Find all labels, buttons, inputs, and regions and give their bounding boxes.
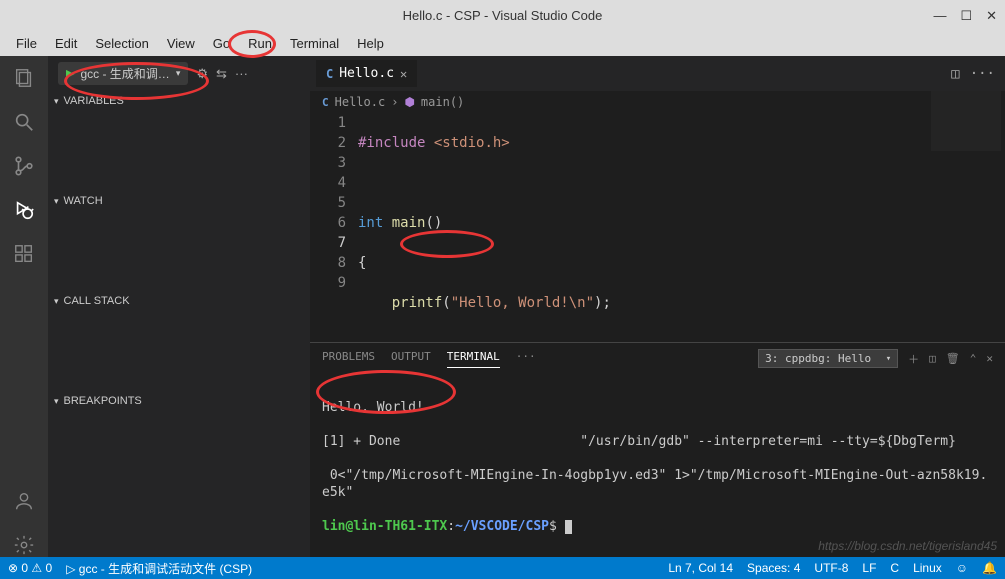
line-gutter: 123456789	[310, 113, 358, 342]
explorer-icon[interactable]	[12, 66, 36, 90]
split-terminal-icon[interactable]: ◫	[929, 352, 936, 365]
new-terminal-icon[interactable]: ＋	[908, 351, 919, 367]
close-panel-icon[interactable]: ✕	[986, 352, 993, 365]
menu-view[interactable]: View	[159, 34, 203, 53]
debug-toolbar: ▶ gcc - 生成和调… ▾ ⚙ ⇆ ···	[48, 56, 310, 91]
minimap[interactable]	[931, 91, 1001, 151]
terminal-output-line: [1] + Done "/usr/bin/gdb" --interpreter=…	[322, 433, 993, 450]
menu-terminal[interactable]: Terminal	[282, 34, 347, 53]
panel-tabs: PROBLEMS OUTPUT TERMINAL ··· 3: cppdbg: …	[310, 343, 1005, 374]
split-editor-icon[interactable]: ◫	[951, 66, 959, 82]
title-bar: Hello.c - CSP - Visual Studio Code — ☐ ✕	[0, 0, 1005, 30]
search-icon[interactable]	[12, 110, 36, 134]
chevron-down-icon: ▾	[176, 68, 181, 79]
close-icon[interactable]: ✕	[400, 67, 407, 81]
maximize-button[interactable]: ☐	[960, 8, 972, 24]
code-lines: #include <stdio.h> int main() { printf("…	[358, 113, 1005, 342]
editor-tabs: C Hello.c ✕ ◫ ···	[310, 56, 1005, 91]
tab-problems[interactable]: PROBLEMS	[322, 350, 375, 367]
tab-label: Hello.c	[339, 66, 394, 81]
menu-go[interactable]: Go	[205, 34, 238, 53]
activity-bar	[0, 56, 48, 557]
close-button[interactable]: ✕	[986, 8, 997, 24]
swap-icon[interactable]: ⇆	[216, 66, 227, 82]
more-icon[interactable]: ···	[235, 66, 248, 81]
callstack-header[interactable]: ▾CALL STACK	[48, 291, 310, 311]
bottom-panel: PROBLEMS OUTPUT TERMINAL ··· 3: cppdbg: …	[310, 342, 1005, 557]
watch-header[interactable]: ▾WATCH	[48, 191, 310, 211]
trash-icon[interactable]: 🗑	[946, 352, 960, 365]
terminal-output-line: 0<"/tmp/Microsoft-MIEngine-In-4ogbp1yv.e…	[322, 467, 993, 501]
extensions-icon[interactable]	[12, 242, 36, 266]
editor-area: C Hello.c ✕ ◫ ··· C Hello.c › ⬢ main() 1…	[310, 56, 1005, 557]
start-debug-button[interactable]: ▶ gcc - 生成和调… ▾	[58, 62, 188, 85]
window-title: Hello.c - CSP - Visual Studio Code	[403, 8, 603, 23]
tab-output[interactable]: OUTPUT	[391, 350, 431, 367]
c-file-icon: C	[326, 67, 333, 81]
menu-help[interactable]: Help	[349, 34, 392, 53]
tab-terminal[interactable]: TERMINAL	[447, 350, 500, 368]
chevron-down-icon: ▾	[54, 296, 59, 307]
menu-file[interactable]: File	[8, 34, 45, 53]
window-controls: — ☐ ✕	[933, 8, 997, 24]
debug-sidebar: ▶ gcc - 生成和调… ▾ ⚙ ⇆ ··· ▾VARIABLES ▾WATC…	[48, 56, 310, 557]
settings-icon[interactable]	[12, 533, 36, 557]
menu-selection[interactable]: Selection	[87, 34, 156, 53]
minimize-button[interactable]: —	[933, 8, 946, 24]
status-debug-config[interactable]: ▷ gcc - 生成和调试活动文件 (CSP)	[66, 560, 252, 577]
terminal-prompt-line: lin@lin-TH61-ITX:~/VSCODE/CSP$	[322, 518, 993, 535]
chevron-down-icon: ▾	[54, 196, 59, 207]
menu-run[interactable]: Run	[240, 34, 280, 53]
menu-bar: File Edit Selection View Go Run Terminal…	[0, 30, 1005, 56]
code-editor[interactable]: 123456789 #include <stdio.h> int main() …	[310, 113, 1005, 342]
play-icon: ▶	[66, 67, 74, 80]
watermark: https://blog.csdn.net/tigerisland45	[818, 539, 997, 553]
chevron-up-icon[interactable]: ⌃	[970, 352, 977, 365]
more-icon[interactable]: ···	[970, 66, 995, 82]
terminal-cursor	[565, 520, 572, 534]
debug-config-label: gcc - 生成和调…	[80, 65, 169, 82]
menu-edit[interactable]: Edit	[47, 34, 85, 53]
terminal-selector[interactable]: 3: cppdbg: Hello ▾	[758, 349, 898, 368]
symbol-icon: ⬢	[404, 95, 414, 109]
source-control-icon[interactable]	[12, 154, 36, 178]
status-errors[interactable]: ⊗ 0 ⚠ 0	[8, 561, 52, 575]
chevron-down-icon: ▾	[54, 96, 59, 107]
tab-more[interactable]: ···	[516, 350, 536, 367]
c-file-icon: C	[322, 96, 329, 109]
variables-header[interactable]: ▾VARIABLES	[48, 91, 310, 111]
breadcrumb[interactable]: C Hello.c › ⬢ main()	[310, 91, 1005, 113]
run-debug-icon[interactable]	[12, 198, 36, 222]
terminal-output-line: Hello, World!	[322, 399, 993, 416]
chevron-down-icon: ▾	[54, 396, 59, 407]
tab-hello-c[interactable]: C Hello.c ✕	[316, 60, 417, 87]
breakpoints-header[interactable]: ▾BREAKPOINTS	[48, 391, 310, 411]
account-icon[interactable]	[12, 489, 36, 513]
gear-icon[interactable]: ⚙	[196, 66, 208, 82]
chevron-down-icon: ▾	[886, 354, 891, 364]
workbench: ▶ gcc - 生成和调… ▾ ⚙ ⇆ ··· ▾VARIABLES ▾WATC…	[0, 56, 1005, 557]
